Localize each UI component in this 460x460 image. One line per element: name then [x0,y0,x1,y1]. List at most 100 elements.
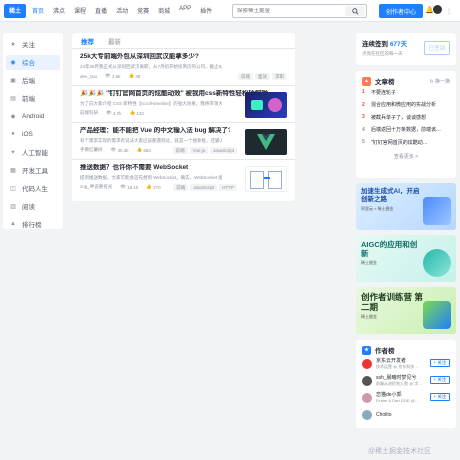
sidebar-item-codelife[interactable]: ◫ 代码人生 [6,181,60,196]
ranking-header: ▲ 文章榜 ↻ 换一换 [362,76,450,86]
ranking-title: 文章榜 [375,79,395,86]
ranking-item[interactable]: 4 后端返回十万条数据，前端该… [362,124,450,137]
article-likes[interactable]: 133 [136,111,144,116]
promo-banner[interactable]: AIGC的应用和创新 稀土掘金 [356,235,456,282]
article-tag[interactable]: 前端 [238,72,253,80]
author-info: ssh_晨曦时梦见兮 前端从进阶到入院 @ 字… [376,375,422,387]
article-item[interactable]: 产品经理：能不能把 Vue 的中文输入法 bug 解决了? 有个需求实现的需求有… [72,123,295,160]
nav-item-courses[interactable]: 课程 [74,6,86,15]
article-tags: 前端 JavaScript HTTP [171,183,237,191]
nav-item-plugins[interactable]: 插件 [200,6,212,15]
article-tag[interactable]: 求职 [272,72,287,80]
ranking-item[interactable]: 2 混合应用和微应用的实战分析 [362,99,450,112]
article-author[interactable]: dev_zuo [80,74,97,79]
article-likes[interactable]: 39 [135,74,140,79]
article-tags: 前端 面试 求职 [236,72,287,80]
follow-button[interactable]: + 关注 [430,359,450,367]
site-logo[interactable]: 稀土 [4,3,26,18]
article-tag[interactable]: 面试 [255,72,270,80]
sidebar-item-label: 开发工具 [22,168,48,176]
avatar[interactable] [433,5,442,14]
nav-item-events[interactable]: 活动 [116,6,128,15]
sidebar-item-ai[interactable]: ✦ 人工智能 [6,145,60,160]
nav-item-live[interactable]: 直播 [95,6,107,15]
article-title[interactable]: 推送数据？也许你不需要 WebSocket [80,164,230,172]
article-thumbnail[interactable] [245,129,287,155]
article-author[interactable]: zug_神说要有光 [80,184,112,190]
eye-icon: 👁 [110,147,118,152]
article-likes[interactable]: 554 [143,148,151,153]
top-navbar: 稀土 首页 沸点 课程 直播 活动 竞赛 商城 APP 插件 创作者中心 🔔 ⋮ [0,0,460,22]
article-author[interactable]: 手撕红薯树 [80,147,103,153]
article-tag[interactable]: JavaScript [190,183,218,191]
more-dots-icon[interactable]: ⋮ [446,8,452,15]
sidebar-item-ios[interactable]: ● iOS [6,127,60,142]
view-more-link[interactable]: 查看更多 > [362,153,450,160]
ranking-item-title: 混合应用和微应用的实战分析 [371,102,437,109]
ranking-item[interactable]: 3 被截兵单子了，谈谈感想 [362,111,450,124]
nav-item-contests[interactable]: 竞赛 [137,6,149,15]
promo-banner[interactable]: 创作者训练营 第二期 稀土掘金 [356,287,456,334]
search-button[interactable] [345,6,365,16]
sidebar-item-following[interactable]: ★ 关注 [6,37,60,52]
ranking-item[interactable]: 1 不要连轮子 [362,86,450,99]
tab-recommended[interactable]: 推荐 [81,36,94,46]
author-item[interactable]: Cholito [362,406,450,423]
author-item[interactable]: 恋猫de小郭 Flutter & Dart GDE @… + 关注 [362,389,450,406]
checked-in-button[interactable]: 已签到 [424,41,450,55]
avatar[interactable] [362,375,372,386]
sidebar-item-ranking[interactable]: ▲ 排行榜 [6,217,60,232]
creator-center-button[interactable]: 创作者中心 [379,4,423,18]
article-item[interactable]: 25k大专前端外包从深圳回武汉能拿多少? 23年08月我正式从深圳回武汉离职，从… [72,49,295,86]
sidebar-item-general[interactable]: ◉ 综合 [6,55,60,70]
article-author[interactable]: 前端科研 [80,110,98,116]
avatar[interactable] [362,392,372,403]
nav-item-home[interactable]: 首页 [32,6,44,15]
article-tag[interactable]: JavaScript [209,146,237,154]
nav-item-mall[interactable]: 商城 [158,6,170,15]
sidebar-item-label: iOS [22,130,33,138]
author-item[interactable]: 京东云开发者 技术运营 @ 京东科技… + 关注 [362,355,450,372]
article-tag[interactable]: 前端 [173,183,189,191]
article-title[interactable]: 产品经理：能不能把 Vue 的中文输入法 bug 解决了? [80,127,230,135]
ranking-item[interactable]: 5 "钉钉官网首页的炫酷动… [362,136,450,149]
sidebar-item-android[interactable]: ◆ Android [6,109,60,124]
avatar[interactable] [362,409,372,420]
ranking-item-title: "钉钉官网首页的炫酷动… [371,139,428,146]
android-icon: ◆ [10,113,16,120]
article-item[interactable]: 推送数据？也许你不需要 WebSocket 提到推送数据，大家可能会首先想到 W… [72,160,295,197]
sidebar-item-frontend[interactable]: ▤ 前端 [6,91,60,106]
sidebar-item-label: 代码人生 [22,186,48,194]
sidebar-item-reading[interactable]: ▥ 阅读 [6,199,60,214]
promo-banner[interactable]: 加速生成式AI，开启创新之路 阿里云 × 稀土掘金 [356,183,456,230]
nav-item-pins[interactable]: 沸点 [53,6,65,15]
article-item[interactable]: 🎉🎉🎉 "钉钉官网首页的炫酷动效" 被我用css新特性轻松破解啦~ 为了向大家介… [72,86,295,123]
sidebar-item-label: 阅读 [22,204,35,212]
author-info: 京东云开发者 技术运营 @ 京东科技… [376,358,418,370]
checkin-label: 连续签到 [362,41,388,48]
ranking-item-title: 不要连轮子 [371,89,397,96]
fire-icon: ▲ [362,76,371,86]
rank-number: 1 [362,89,365,96]
author-name[interactable]: Cholito [376,412,392,418]
book-icon: ▥ [10,203,16,210]
article-thumbnail[interactable] [245,166,287,192]
sidebar-item-backend[interactable]: ▣ 后端 [6,73,60,88]
article-thumbnail[interactable] [245,92,287,118]
sidebar-item-devtools[interactable]: ▦ 开发工具 [6,163,60,178]
avatar[interactable] [362,358,372,369]
author-item[interactable]: ssh_晨曦时梦见兮 前端从进阶到入院 @ 字… + 关注 [362,372,450,389]
refresh-button[interactable]: ↻ 换一换 [429,78,450,85]
follow-button[interactable]: + 关注 [430,393,450,401]
article-tag[interactable]: 前端 [172,146,188,154]
article-title[interactable]: 25k大专前端外包从深圳回武汉能拿多少? [80,53,292,61]
search-input[interactable] [233,8,345,14]
article-likes[interactable]: 270 [153,185,161,190]
tab-latest[interactable]: 最新 [108,36,121,46]
article-tag[interactable]: HTTP [219,183,237,191]
trophy-icon: ★ [362,345,371,355]
article-tag[interactable]: Vue.js [189,146,208,154]
nav-item-app[interactable]: APP [179,6,191,15]
follow-button[interactable]: + 关注 [430,376,450,384]
author-name[interactable]: ssh_晨曦时梦见兮 [376,375,422,381]
